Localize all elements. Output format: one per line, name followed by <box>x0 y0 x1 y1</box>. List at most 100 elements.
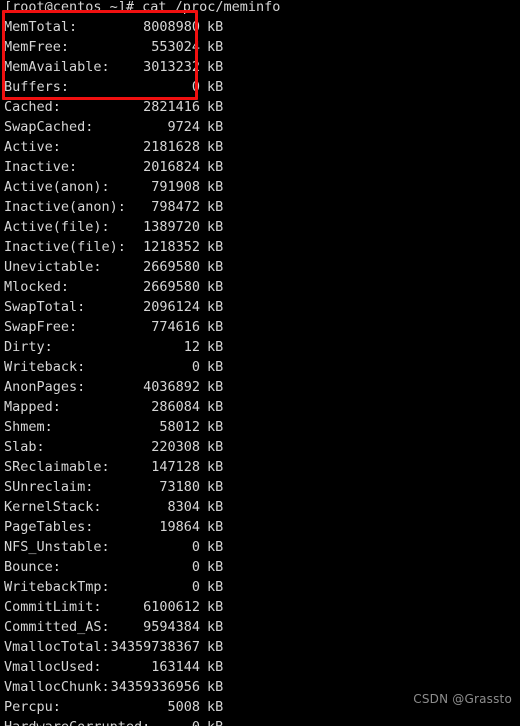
meminfo-key: SReclaimable: <box>4 459 110 475</box>
meminfo-unit: kB <box>207 479 224 495</box>
meminfo-key: MemAvailable: <box>4 59 110 75</box>
meminfo-key: NFS_Unstable: <box>4 539 110 555</box>
meminfo-row: MemAvailable: 3013232 kB <box>0 57 520 77</box>
meminfo-key: Inactive: <box>4 159 78 175</box>
meminfo-row: AnonPages: 4036892 kB <box>0 377 520 397</box>
meminfo-unit: kB <box>207 399 224 415</box>
meminfo-unit: kB <box>207 699 224 715</box>
meminfo-row-body: Inactive(file): 1218352 <box>4 237 202 257</box>
meminfo-unit: kB <box>207 119 224 135</box>
watermark-label: CSDN @Grassto <box>413 692 512 706</box>
meminfo-unit: kB <box>207 159 224 175</box>
meminfo-unit: kB <box>207 319 224 335</box>
meminfo-value: 2669580 <box>143 259 200 275</box>
meminfo-row-body: VmallocChunk: 34359336956 <box>4 677 202 697</box>
meminfo-row: HardwareCorrupted:0kB <box>0 717 520 726</box>
meminfo-row: CommitLimit: 6100612 kB <box>0 597 520 617</box>
meminfo-row: WritebackTmp: 0 kB <box>0 577 520 597</box>
meminfo-unit: kB <box>207 239 224 255</box>
meminfo-unit: kB <box>207 539 224 555</box>
meminfo-key: Mapped: <box>4 399 61 415</box>
meminfo-row: MemFree: 553024 kB <box>0 37 520 57</box>
meminfo-row: SReclaimable: 147128 kB <box>0 457 520 477</box>
meminfo-row: Dirty: 12 kB <box>0 337 520 357</box>
meminfo-unit: kB <box>207 379 224 395</box>
meminfo-value: 9724 <box>167 119 200 135</box>
meminfo-unit: kB <box>207 559 224 575</box>
meminfo-row-body: Slab: 220308 <box>4 437 202 457</box>
meminfo-unit: kB <box>207 39 224 55</box>
meminfo-unit: kB <box>207 139 224 155</box>
meminfo-row-body: SwapFree: 774616 <box>4 317 202 337</box>
meminfo-row-body: VmallocUsed: 163144 <box>4 657 202 677</box>
meminfo-row-body: Committed_AS: 9594384 <box>4 617 202 637</box>
meminfo-unit: kB <box>207 659 224 675</box>
meminfo-key: Bounce: <box>4 559 61 575</box>
terminal-window[interactable]: [root@centos ~]# cat /proc/meminfo MemTo… <box>0 0 520 726</box>
meminfo-value: 2096124 <box>143 299 200 315</box>
meminfo-row-body: Inactive(anon): 798472 <box>4 197 202 217</box>
meminfo-unit: kB <box>207 179 224 195</box>
meminfo-row: Cached: 2821416 kB <box>0 97 520 117</box>
meminfo-value: 73180 <box>159 479 200 495</box>
meminfo-value: 0 <box>191 359 200 375</box>
meminfo-row-body: HardwareCorrupted:0 <box>4 717 202 726</box>
meminfo-row: Unevictable: 2669580 kB <box>0 257 520 277</box>
meminfo-value: 1218352 <box>143 239 200 255</box>
meminfo-key: HardwareCorrupted: <box>4 717 150 726</box>
meminfo-value: 791908 <box>151 179 200 195</box>
meminfo-row-body: PageTables: 19864 <box>4 517 202 537</box>
meminfo-row-body: Mapped: 286084 <box>4 397 202 417</box>
meminfo-row: Writeback: 0 kB <box>0 357 520 377</box>
meminfo-key: VmallocTotal: <box>4 639 110 655</box>
meminfo-unit: kB <box>207 359 224 375</box>
meminfo-key: Dirty: <box>4 339 53 355</box>
meminfo-row: SwapTotal: 2096124 kB <box>0 297 520 317</box>
meminfo-row-body: Buffers: 0 <box>4 77 202 97</box>
meminfo-value: 12 <box>183 339 200 355</box>
meminfo-row: SwapCached: 9724 kB <box>0 117 520 137</box>
meminfo-value: 6100612 <box>143 599 200 615</box>
command-prompt-line: [root@centos ~]# cat /proc/meminfo <box>4 0 281 15</box>
meminfo-unit: kB <box>207 99 224 115</box>
meminfo-key: VmallocChunk: <box>4 679 110 695</box>
meminfo-value: 19864 <box>159 519 200 535</box>
meminfo-unit: kB <box>207 579 224 595</box>
meminfo-key: Cached: <box>4 99 61 115</box>
meminfo-key: Slab: <box>4 439 45 455</box>
meminfo-value: 8008980 <box>143 19 200 35</box>
meminfo-key: Inactive(file): <box>4 239 126 255</box>
meminfo-value: 8304 <box>167 499 200 515</box>
meminfo-row-body: Shmem: 58012 <box>4 417 202 437</box>
meminfo-row-body: Active(anon): 791908 <box>4 177 202 197</box>
meminfo-row-body: KernelStack: 8304 <box>4 497 202 517</box>
meminfo-value: 147128 <box>151 459 200 475</box>
meminfo-output: MemTotal: 8008980 kB MemFree: 553024 kB MemAva… <box>0 17 520 726</box>
meminfo-key: Active(file): <box>4 219 110 235</box>
meminfo-unit: kB <box>207 19 224 35</box>
meminfo-value: 5008 <box>167 699 200 715</box>
meminfo-unit: kB <box>207 639 224 655</box>
meminfo-row: Mapped: 286084 kB <box>0 397 520 417</box>
meminfo-key: Committed_AS: <box>4 619 110 635</box>
meminfo-row-body: NFS_Unstable: 0 <box>4 537 202 557</box>
meminfo-value: 1389720 <box>143 219 200 235</box>
meminfo-value: 774616 <box>151 319 200 335</box>
meminfo-row-body: Cached: 2821416 <box>4 97 202 117</box>
meminfo-row-body: Active(file): 1389720 <box>4 217 202 237</box>
meminfo-value: 3013232 <box>143 59 200 75</box>
meminfo-row: PageTables: 19864 kB <box>0 517 520 537</box>
meminfo-value: 4036892 <box>143 379 200 395</box>
meminfo-row-body: SUnreclaim: 73180 <box>4 477 202 497</box>
meminfo-row-body: SReclaimable: 147128 <box>4 457 202 477</box>
meminfo-key: Unevictable: <box>4 259 102 275</box>
meminfo-row: Slab: 220308 kB <box>0 437 520 457</box>
meminfo-row-body: VmallocTotal: 34359738367 <box>4 637 202 657</box>
meminfo-unit: kB <box>207 219 224 235</box>
meminfo-unit: kB <box>207 599 224 615</box>
meminfo-value: 0 <box>150 717 202 726</box>
meminfo-row-body: Mlocked: 2669580 <box>4 277 202 297</box>
meminfo-key: KernelStack: <box>4 499 102 515</box>
meminfo-row-body: AnonPages: 4036892 <box>4 377 202 397</box>
meminfo-row: Active: 2181628 kB <box>0 137 520 157</box>
